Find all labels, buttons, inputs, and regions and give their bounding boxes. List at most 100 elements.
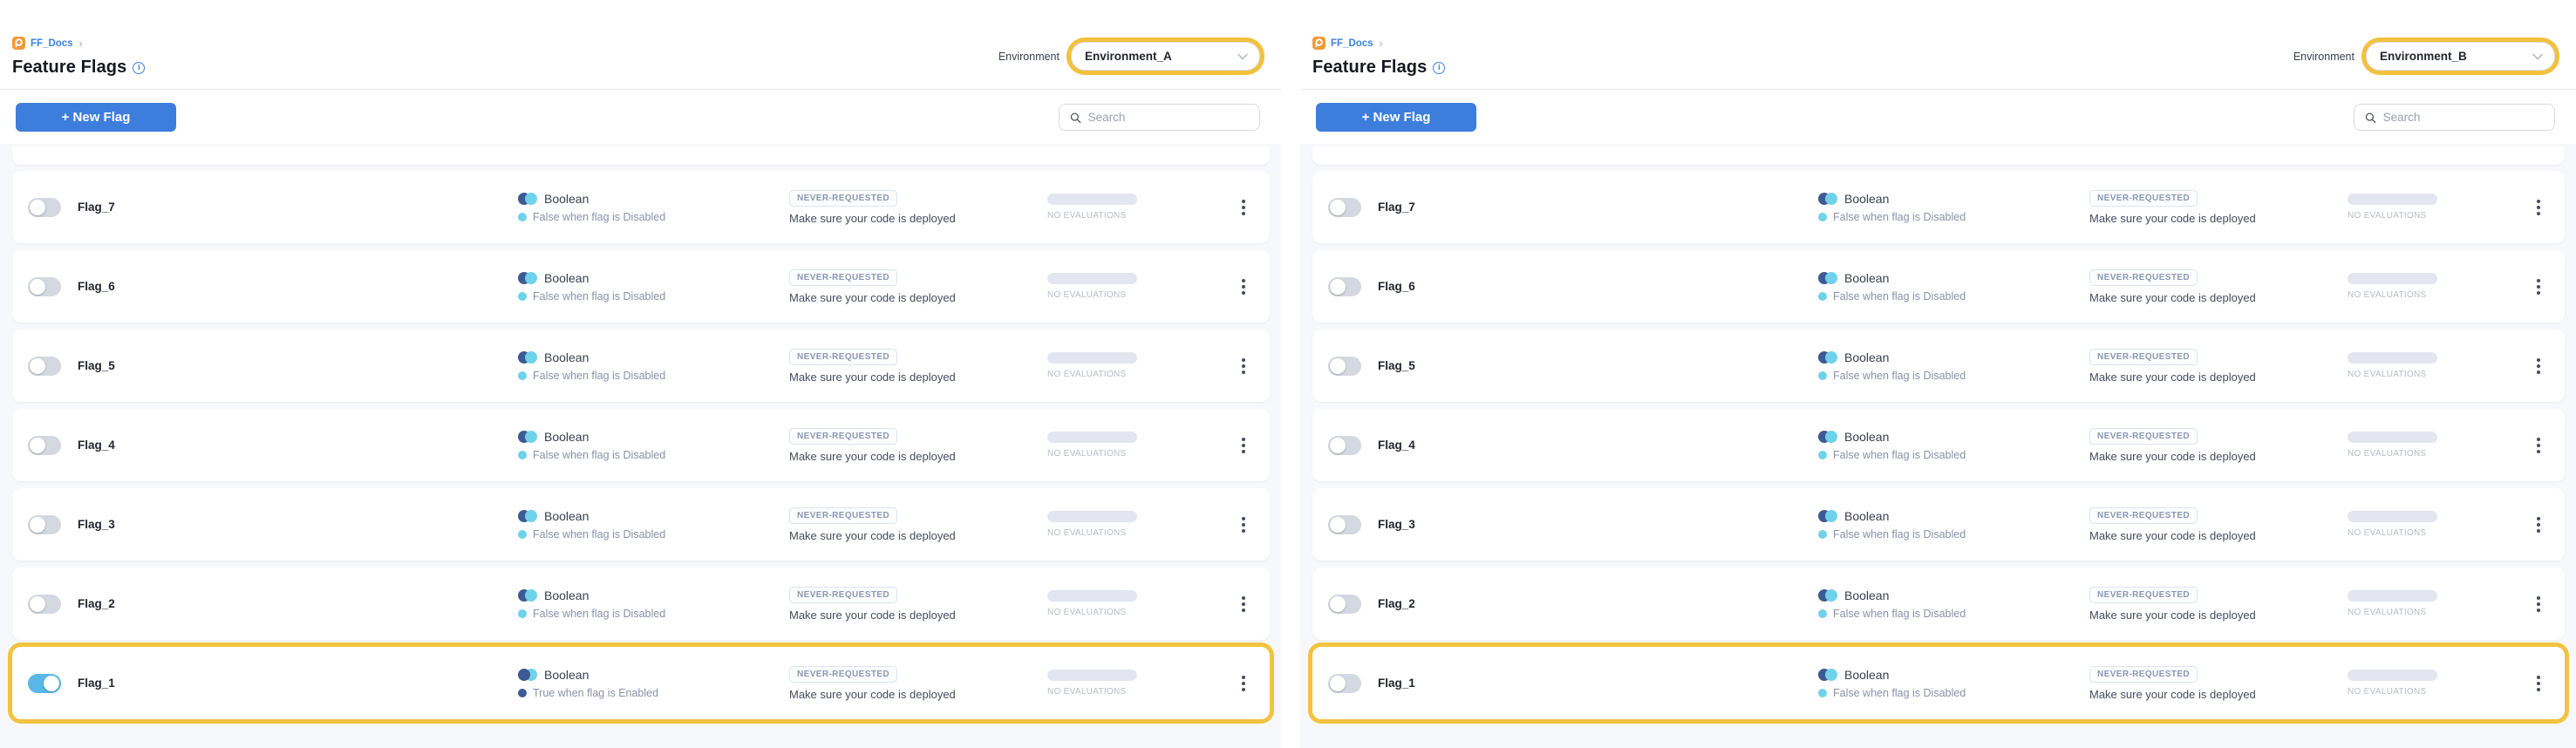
serving-variation-text: False when flag is Disabled: [1833, 211, 1966, 223]
flag-row: Flag_2 Boolean False when flag is Disabl…: [1312, 568, 2565, 640]
flag-toggle[interactable]: [1328, 357, 1361, 376]
serving-variation-dot-icon: [518, 292, 527, 301]
flag-list: Flag_7 Boolean False when flag is Disabl…: [1300, 144, 2576, 748]
row-menu-kebab-icon[interactable]: [2532, 593, 2545, 615]
row-menu-kebab-icon[interactable]: [1237, 275, 1251, 298]
flag-type: Boolean: [1844, 192, 1889, 206]
toggle-knob: [1330, 200, 1346, 215]
flag-toggle[interactable]: [28, 674, 61, 693]
new-flag-button[interactable]: + New Flag: [1316, 103, 1476, 132]
flag-type: Boolean: [544, 271, 589, 285]
flag-toggle[interactable]: [1328, 198, 1361, 217]
flag-name[interactable]: Flag_4: [78, 439, 518, 452]
flag-toggle[interactable]: [1328, 277, 1361, 296]
row-menu-kebab-icon[interactable]: [1237, 513, 1251, 536]
flag-name[interactable]: Flag_7: [78, 201, 518, 214]
flag-toggle[interactable]: [28, 515, 61, 534]
boolean-type-icon: [1818, 589, 1837, 602]
flag-name[interactable]: Flag_3: [78, 518, 518, 531]
flag-toggle[interactable]: [28, 198, 61, 217]
boolean-type-icon: [518, 193, 537, 205]
row-menu-kebab-icon[interactable]: [1237, 196, 1251, 219]
flag-name[interactable]: Flag_6: [1378, 280, 1818, 293]
row-menu-kebab-icon[interactable]: [2532, 355, 2545, 377]
evaluations-label: NO EVALUATIONS: [2348, 370, 2487, 379]
status-message: Make sure your code is deployed: [2089, 529, 2348, 542]
flag-name[interactable]: Flag_5: [1378, 359, 1818, 372]
row-menu-kebab-icon[interactable]: [1237, 672, 1251, 695]
flag-row: Flag_2 Boolean False when flag is Disabl…: [12, 568, 1270, 640]
flag-type: Boolean: [1844, 668, 1889, 682]
flag-toggle[interactable]: [1328, 674, 1361, 693]
row-menu-kebab-icon[interactable]: [2532, 196, 2545, 219]
flag-name[interactable]: Flag_4: [1378, 439, 1818, 452]
flag-toggle[interactable]: [28, 277, 61, 296]
environment-a-panel: FF_Docs › Feature Flags i Environment En…: [0, 0, 1288, 748]
status-message: Make sure your code is deployed: [789, 371, 1047, 384]
flag-name[interactable]: Flag_2: [78, 597, 518, 610]
search-box[interactable]: [2354, 104, 2555, 131]
row-menu-kebab-icon[interactable]: [1237, 434, 1251, 457]
environment-select[interactable]: Environment_A: [1071, 42, 1260, 71]
evaluations-bar: [2348, 352, 2437, 364]
row-menu-kebab-icon[interactable]: [1237, 593, 1251, 615]
flag-type: Boolean: [1844, 271, 1889, 285]
flag-toggle[interactable]: [1328, 436, 1361, 455]
flag-name[interactable]: Flag_2: [1378, 597, 1818, 610]
evaluations-label: NO EVALUATIONS: [1047, 608, 1187, 617]
toggle-knob: [1330, 596, 1346, 612]
status-badge: NEVER-REQUESTED: [2089, 507, 2198, 524]
environment-select[interactable]: Environment_B: [2366, 42, 2555, 71]
flag-type: Boolean: [1844, 430, 1889, 444]
serving-variation-dot-icon: [1818, 213, 1827, 221]
boolean-type-icon: [518, 351, 537, 364]
evaluations-bar: [2348, 511, 2437, 522]
flag-name[interactable]: Flag_6: [78, 280, 518, 293]
serving-variation-text: False when flag is Disabled: [1833, 528, 1966, 541]
flag-type: Boolean: [1844, 509, 1889, 523]
boolean-type-icon: [1818, 669, 1837, 681]
status-badge: NEVER-REQUESTED: [2089, 666, 2198, 683]
breadcrumb-project-link[interactable]: FF_Docs: [31, 38, 73, 49]
breadcrumb-separator: ›: [79, 37, 83, 50]
flag-toggle[interactable]: [28, 436, 61, 455]
serving-variation-dot-icon: [1818, 689, 1827, 697]
row-menu-kebab-icon[interactable]: [2532, 672, 2545, 695]
toggle-knob: [1330, 517, 1346, 533]
search-input[interactable]: [2383, 111, 2544, 124]
boolean-type-icon: [1818, 272, 1837, 284]
info-icon[interactable]: i: [133, 62, 145, 74]
partial-flag-row: [12, 146, 1270, 165]
search-box[interactable]: [1059, 104, 1260, 131]
breadcrumb-separator: ›: [1380, 37, 1383, 50]
new-flag-button[interactable]: + New Flag: [16, 103, 176, 132]
row-menu-kebab-icon[interactable]: [2532, 275, 2545, 298]
flag-toggle[interactable]: [1328, 515, 1361, 534]
flag-toggle[interactable]: [28, 595, 61, 614]
row-menu-kebab-icon[interactable]: [2532, 513, 2545, 536]
status-badge: NEVER-REQUESTED: [789, 428, 897, 445]
search-input[interactable]: [1088, 111, 1249, 124]
boolean-type-icon: [518, 669, 537, 681]
serving-variation-text: True when flag is Enabled: [533, 687, 658, 699]
flag-name[interactable]: Flag_3: [1378, 518, 1818, 531]
flag-name[interactable]: Flag_1: [78, 677, 518, 690]
info-icon[interactable]: i: [1433, 62, 1445, 74]
flag-list: Flag_7 Boolean False when flag is Disabl…: [0, 144, 1281, 748]
flag-name[interactable]: Flag_1: [1378, 677, 1818, 690]
flag-row: Flag_1 Boolean True when flag is Enabled…: [12, 647, 1270, 719]
row-menu-kebab-icon[interactable]: [1237, 355, 1251, 377]
evaluations-bar: [1047, 273, 1137, 284]
flag-toggle[interactable]: [1328, 595, 1361, 614]
toolbar: + New Flag: [1300, 90, 2576, 144]
row-menu-kebab-icon[interactable]: [2532, 434, 2545, 457]
toggle-knob: [1330, 358, 1346, 374]
toolbar: + New Flag: [0, 90, 1281, 144]
boolean-type-icon: [1818, 431, 1837, 443]
flag-name[interactable]: Flag_5: [78, 359, 518, 372]
flag-toggle[interactable]: [28, 357, 61, 376]
evaluations-bar: [1047, 511, 1137, 522]
flag-name[interactable]: Flag_7: [1378, 201, 1818, 214]
breadcrumb-project-link[interactable]: FF_Docs: [1331, 38, 1373, 49]
flag-type: Boolean: [544, 192, 589, 206]
